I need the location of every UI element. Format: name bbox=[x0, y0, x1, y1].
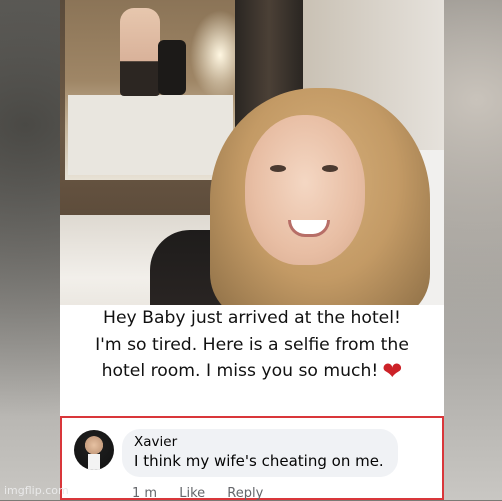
selfie-photo bbox=[60, 0, 444, 320]
watermark: imgflip.com bbox=[4, 484, 69, 497]
reply-button[interactable]: Reply bbox=[227, 486, 263, 501]
meme-caption: Hey Baby just arrived at the hotel! I'm … bbox=[60, 305, 444, 415]
comment-bubble: Xavier I think my wife's cheating on me. bbox=[122, 429, 398, 477]
man-in-mirror bbox=[120, 8, 160, 96]
like-button[interactable]: Like bbox=[179, 486, 205, 501]
heart-icon: ❤ bbox=[382, 357, 403, 385]
avatar[interactable] bbox=[74, 430, 114, 470]
comment-text: I think my wife's cheating on me. bbox=[134, 452, 384, 470]
caption-line-2: I'm so tired. Here is a selfie from the bbox=[95, 334, 409, 355]
caption-line-3: hotel room. I miss you so much! ❤ bbox=[101, 357, 403, 385]
comment-actions: 1 m Like Reply bbox=[132, 486, 281, 501]
comment-box: Xavier I think my wife's cheating on me.… bbox=[60, 416, 444, 501]
meme-card: Hey Baby just arrived at the hotel! I'm … bbox=[60, 0, 444, 501]
woman-selfie-face bbox=[245, 115, 365, 265]
comment-time[interactable]: 1 m bbox=[132, 486, 157, 501]
caption-line-1: Hey Baby just arrived at the hotel! bbox=[103, 308, 401, 328]
comment-author[interactable]: Xavier bbox=[134, 434, 177, 450]
